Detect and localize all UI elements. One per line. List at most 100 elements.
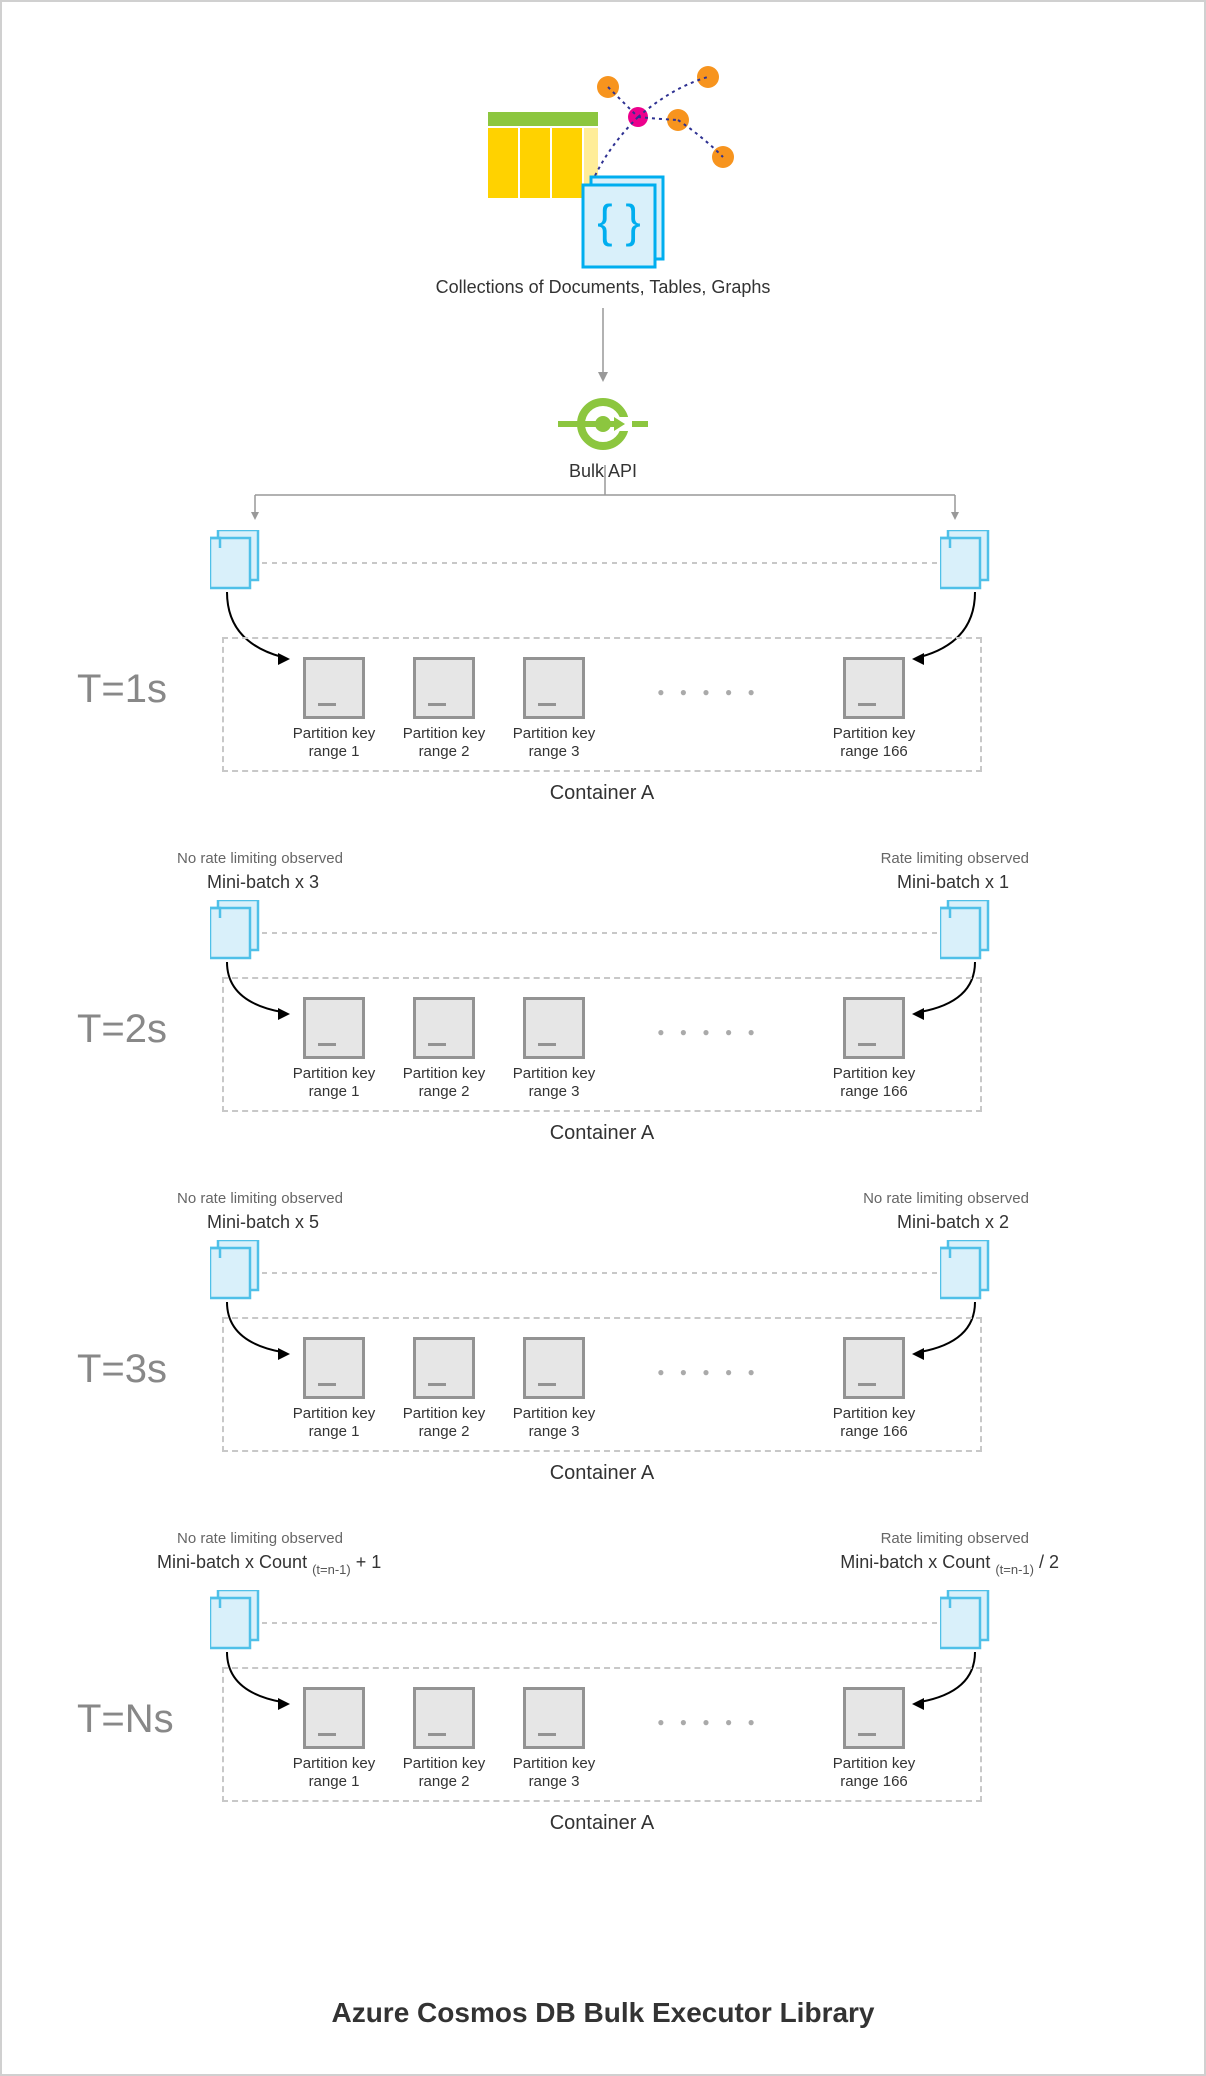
doc-stack-right-2 <box>940 900 992 962</box>
diagram-title: Azure Cosmos DB Bulk Executor Library <box>2 1997 1204 2029</box>
diagram-frame: { } Collections of Documents, Tables, Gr… <box>0 0 1206 2076</box>
batch-left-3: Mini-batch x 5 <box>207 1212 319 1233</box>
source-area: { } Collections of Documents, Tables, Gr… <box>2 62 1204 383</box>
partition-label: Partition keyrange 1 <box>284 1065 384 1101</box>
doc-stack-right-1 <box>940 530 992 592</box>
partition-label: Partition keyrange 3 <box>504 725 604 761</box>
partition-label: Partition keyrange 2 <box>394 725 494 761</box>
svg-text:{ }: { } <box>597 195 641 247</box>
batch-right-3: Mini-batch x 2 <box>897 1212 1009 1233</box>
container-box-2: Partition keyrange 1 Partition keyrange 2… <box>222 977 982 1112</box>
doc-connector-n <box>262 1622 940 1624</box>
ellipsis-icon: ● ● ● ● ● <box>639 997 779 1039</box>
partition-label: Partition keyrange 3 <box>504 1755 604 1791</box>
partition-label: Partition keyrange 166 <box>824 1755 924 1791</box>
ellipsis-icon: ● ● ● ● ● <box>639 1337 779 1379</box>
batch-right-n: Mini-batch x Count (t=n-1) / 2 <box>840 1552 1059 1573</box>
partition-166: Partition keyrange 166 <box>824 657 924 761</box>
partition-box-icon <box>303 657 365 719</box>
batch-prefix-right: Mini-batch x Count <box>840 1552 995 1572</box>
container-label-n: Container A <box>224 1812 980 1835</box>
partition-box-icon <box>413 1337 475 1399</box>
arrow-down-icon <box>593 308 613 383</box>
partition-3: Partition keyrange 3 <box>504 1687 604 1791</box>
batch-left-2: Mini-batch x 3 <box>207 872 319 893</box>
batch-left-n: Mini-batch x Count (t=n-1) + 1 <box>157 1552 381 1573</box>
note-right-2: Rate limiting observed <box>881 850 1029 867</box>
partition-box-icon <box>413 1687 475 1749</box>
partition-box-icon <box>523 997 585 1059</box>
partition-1: Partition keyrange 1 <box>284 1687 384 1791</box>
partition-1: Partition keyrange 1 <box>284 657 384 761</box>
doc-stack-right-n <box>940 1590 992 1652</box>
batch-prefix-left: Mini-batch x Count <box>157 1552 312 1572</box>
partition-2: Partition keyrange 2 <box>394 657 494 761</box>
partition-166: Partition keyrange 166 <box>824 997 924 1101</box>
partition-box-icon <box>303 1337 365 1399</box>
source-icons: { } <box>463 62 743 272</box>
note-left-2: No rate limiting observed <box>177 850 343 867</box>
partition-166: Partition keyrange 166 <box>824 1337 924 1441</box>
partition-2: Partition keyrange 2 <box>394 997 494 1101</box>
source-illustration: { } <box>463 62 743 272</box>
partition-box-icon <box>523 657 585 719</box>
partition-label: Partition keyrange 1 <box>284 1755 384 1791</box>
bulk-api-area: Bulk API <box>2 397 1204 482</box>
partition-label: Partition keyrange 3 <box>504 1405 604 1441</box>
partition-label: Partition keyrange 166 <box>824 725 924 761</box>
partition-label: Partition keyrange 2 <box>394 1755 494 1791</box>
partition-box-icon <box>843 657 905 719</box>
partition-3: Partition keyrange 3 <box>504 997 604 1101</box>
note-left-n: No rate limiting observed <box>177 1530 343 1547</box>
doc-stack-left-3 <box>210 1240 262 1302</box>
doc-stack-left-2 <box>210 900 262 962</box>
batch-suffix-right: / 2 <box>1034 1552 1059 1572</box>
note-right-n: Rate limiting observed <box>881 1530 1029 1547</box>
doc-stack-left-1 <box>210 530 262 592</box>
partition-box-icon <box>843 997 905 1059</box>
container-label-2: Container A <box>224 1122 980 1145</box>
batch-sub-left: (t=n-1) <box>312 1562 351 1577</box>
partition-3: Partition keyrange 3 <box>504 657 604 761</box>
doc-stack-left-n <box>210 1590 262 1652</box>
partition-label: Partition keyrange 1 <box>284 1405 384 1441</box>
partition-label: Partition keyrange 3 <box>504 1065 604 1101</box>
time-label-n: T=Ns <box>77 1697 174 1742</box>
partition-1: Partition keyrange 1 <box>284 1337 384 1441</box>
partition-box-icon <box>303 997 365 1059</box>
partition-label: Partition keyrange 1 <box>284 725 384 761</box>
partition-label: Partition keyrange 2 <box>394 1405 494 1441</box>
partition-label: Partition keyrange 166 <box>824 1065 924 1101</box>
partition-box-icon <box>303 1687 365 1749</box>
batch-suffix-left: + 1 <box>351 1552 382 1572</box>
container-box-1: Partition keyrange 1 Partition keyrange 2… <box>222 637 982 772</box>
container-label-3: Container A <box>224 1462 980 1485</box>
batch-sub-right: (t=n-1) <box>995 1562 1034 1577</box>
container-label-1: Container A <box>224 782 980 805</box>
batch-right-2: Mini-batch x 1 <box>897 872 1009 893</box>
time-label-3: T=3s <box>77 1347 167 1392</box>
partition-1: Partition keyrange 1 <box>284 997 384 1101</box>
doc-stack-right-3 <box>940 1240 992 1302</box>
partition-box-icon <box>843 1687 905 1749</box>
collections-label: Collections of Documents, Tables, Graphs <box>2 277 1204 298</box>
bulk-api-icon <box>558 397 648 451</box>
fanout-connector <box>225 465 985 560</box>
time-label-1: T=1s <box>77 667 167 712</box>
partition-box-icon <box>523 1687 585 1749</box>
note-left-3: No rate limiting observed <box>177 1190 343 1207</box>
time-label-2: T=2s <box>77 1007 167 1052</box>
partition-box-icon <box>843 1337 905 1399</box>
partition-label: Partition keyrange 2 <box>394 1065 494 1101</box>
ellipsis-icon: ● ● ● ● ● <box>639 1687 779 1729</box>
partition-3: Partition keyrange 3 <box>504 1337 604 1441</box>
doc-connector-3 <box>262 1272 940 1274</box>
partition-2: Partition keyrange 2 <box>394 1337 494 1441</box>
ellipsis-icon: ● ● ● ● ● <box>639 657 779 699</box>
partition-label: Partition keyrange 166 <box>824 1405 924 1441</box>
note-right-3: No rate limiting observed <box>863 1190 1029 1207</box>
partition-box-icon <box>413 997 475 1059</box>
doc-connector-2 <box>262 932 940 934</box>
container-box-n: Partition keyrange 1 Partition keyrange 2… <box>222 1667 982 1802</box>
partition-166: Partition keyrange 166 <box>824 1687 924 1791</box>
